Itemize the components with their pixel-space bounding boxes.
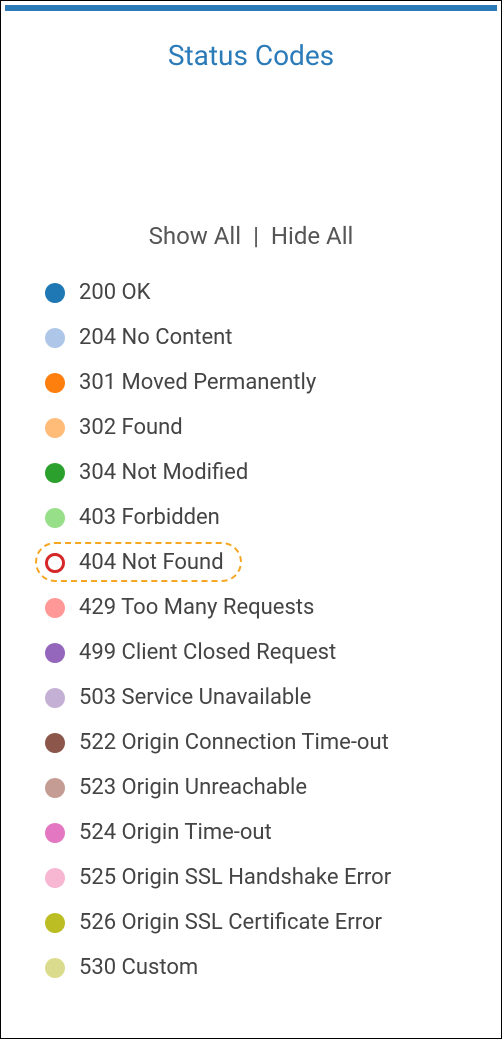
legend-item[interactable]: 530 Custom [45, 955, 461, 980]
legend-item[interactable]: 304 Not Modified [45, 460, 461, 485]
legend-color-dot [45, 823, 65, 843]
legend-item-label: 304 Not Modified [79, 460, 248, 485]
legend-item-label: 503 Service Unavailable [79, 685, 311, 710]
legend-color-dot [45, 553, 65, 573]
legend-item-label: 403 Forbidden [79, 505, 220, 530]
hide-all-link[interactable]: Hide All [271, 222, 354, 250]
legend-color-dot [45, 418, 65, 438]
legend-color-dot [45, 643, 65, 663]
legend-item[interactable]: 200 OK [45, 280, 461, 305]
panel-title: Status Codes [1, 39, 501, 72]
legend-color-dot [45, 283, 65, 303]
legend-item[interactable]: 499 Client Closed Request [45, 640, 461, 665]
legend-item-label: 522 Origin Connection Time-out [79, 730, 389, 755]
legend-item-label: 301 Moved Permanently [79, 370, 316, 395]
legend-color-dot [45, 508, 65, 528]
legend-item[interactable]: 301 Moved Permanently [45, 370, 461, 395]
legend-color-dot [45, 733, 65, 753]
legend-item-label: 525 Origin SSL Handshake Error [79, 865, 391, 890]
legend-color-dot [45, 463, 65, 483]
legend-item[interactable]: 523 Origin Unreachable [45, 775, 461, 800]
legend-item[interactable]: 403 Forbidden [45, 505, 461, 530]
legend-color-dot [45, 778, 65, 798]
legend-item-label: 200 OK [79, 280, 151, 305]
controls-separator: | [253, 222, 259, 250]
visibility-controls: Show All | Hide All [41, 222, 461, 250]
status-code-legend: 200 OK 204 No Content 301 Moved Permanentl… [41, 280, 461, 980]
legend-item-label: 429 Too Many Requests [79, 595, 314, 620]
legend-item-label: 404 Not Found [79, 550, 224, 575]
legend-item[interactable]: 302 Found [45, 415, 461, 440]
tab-indicator-bar [5, 5, 497, 11]
legend-color-dot [45, 868, 65, 888]
legend-color-dot [45, 958, 65, 978]
legend-color-dot [45, 913, 65, 933]
panel-content: Show All | Hide All 200 OK 204 No Content… [1, 222, 501, 980]
legend-item[interactable]: 522 Origin Connection Time-out [45, 730, 461, 755]
legend-item[interactable]: 429 Too Many Requests [45, 595, 461, 620]
legend-item[interactable]: 525 Origin SSL Handshake Error [45, 865, 461, 890]
legend-item-label: 204 No Content [79, 325, 232, 350]
legend-item-label: 499 Client Closed Request [79, 640, 336, 665]
legend-item-label: 530 Custom [79, 955, 198, 980]
legend-item-label: 524 Origin Time-out [79, 820, 272, 845]
legend-color-dot [45, 328, 65, 348]
legend-item-label: 526 Origin SSL Certificate Error [79, 910, 382, 935]
legend-item-label: 523 Origin Unreachable [79, 775, 307, 800]
show-all-link[interactable]: Show All [149, 222, 241, 250]
legend-item-label: 302 Found [79, 415, 183, 440]
legend-item[interactable]: 526 Origin SSL Certificate Error [45, 910, 461, 935]
legend-color-dot [45, 373, 65, 393]
legend-color-dot [45, 688, 65, 708]
legend-item[interactable]: 503 Service Unavailable [45, 685, 461, 710]
legend-color-dot [45, 598, 65, 618]
legend-item[interactable]: 524 Origin Time-out [45, 820, 461, 845]
legend-item[interactable]: 204 No Content [45, 325, 461, 350]
legend-item[interactable]: 404 Not Found [45, 550, 461, 575]
